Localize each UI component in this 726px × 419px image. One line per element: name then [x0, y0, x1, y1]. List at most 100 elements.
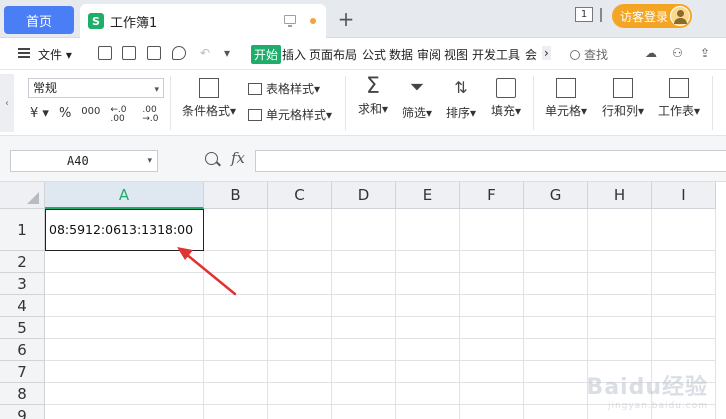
add-user-icon[interactable]: ⚇ — [672, 46, 683, 60]
row-header-7[interactable]: 7 — [0, 361, 45, 383]
cell-h5[interactable] — [588, 317, 652, 339]
row-header-5[interactable]: 5 — [0, 317, 45, 339]
cell-g4[interactable] — [524, 295, 588, 317]
decrease-decimal-button[interactable]: .00 →.0 — [142, 106, 164, 124]
monitor-icon[interactable] — [284, 15, 296, 27]
increase-decimal-button[interactable]: ←.0 .00 — [110, 106, 132, 124]
cell-d7[interactable] — [332, 361, 396, 383]
file-menu[interactable]: 文件 ▾ — [38, 46, 72, 63]
conditional-format-button[interactable]: 条件格式▾ — [178, 78, 240, 119]
cell-f8[interactable] — [460, 383, 524, 405]
cell-h3[interactable] — [588, 273, 652, 295]
row-header-9[interactable]: 9 — [0, 405, 45, 419]
number-format-select[interactable]: 常规 ▾ — [28, 78, 164, 98]
cell-a4[interactable] — [45, 295, 204, 317]
cell-g6[interactable] — [524, 339, 588, 361]
cell-g5[interactable] — [524, 317, 588, 339]
guest-login-button[interactable]: 访客登录 — [612, 4, 692, 28]
tab-insert[interactable]: 插入 — [282, 46, 306, 63]
cell-i6[interactable] — [652, 339, 716, 361]
cell-c6[interactable] — [268, 339, 332, 361]
column-header-c[interactable]: C — [268, 182, 332, 209]
undo-icon[interactable]: ↶ — [200, 46, 210, 60]
open-icon[interactable] — [98, 46, 112, 60]
cell-c8[interactable] — [268, 383, 332, 405]
cell-i2[interactable] — [652, 251, 716, 273]
tab-review[interactable]: 审阅 — [417, 46, 441, 63]
cell-f6[interactable] — [460, 339, 524, 361]
cell-e7[interactable] — [396, 361, 460, 383]
cell-a3[interactable] — [45, 273, 204, 295]
cell-f9[interactable] — [460, 405, 524, 419]
cell-e3[interactable] — [396, 273, 460, 295]
tab-page-layout[interactable]: 页面布局 — [309, 46, 357, 63]
cell-f3[interactable] — [460, 273, 524, 295]
cell-c3[interactable] — [268, 273, 332, 295]
sort-button[interactable]: ⇅ 排序▾ — [442, 78, 480, 121]
cell-b1[interactable] — [204, 209, 268, 251]
cell-c1[interactable] — [268, 209, 332, 251]
cell-c4[interactable] — [268, 295, 332, 317]
cell-c9[interactable] — [268, 405, 332, 419]
cell-e4[interactable] — [396, 295, 460, 317]
cell-d1[interactable] — [332, 209, 396, 251]
cell-f4[interactable] — [460, 295, 524, 317]
row-header-4[interactable]: 4 — [0, 295, 45, 317]
cell-a6[interactable] — [45, 339, 204, 361]
cell-b3[interactable] — [204, 273, 268, 295]
column-header-a[interactable]: A — [45, 182, 204, 209]
print-icon[interactable] — [147, 46, 161, 60]
cell-e2[interactable] — [396, 251, 460, 273]
search-box[interactable]: 查找 — [570, 46, 608, 63]
row-header-2[interactable]: 2 — [0, 251, 45, 273]
cell-d6[interactable] — [332, 339, 396, 361]
zoom-icon[interactable] — [205, 152, 218, 165]
tab-data[interactable]: 数据 — [389, 46, 413, 63]
cell-g7[interactable] — [524, 361, 588, 383]
ribbon-scroll-left-icon[interactable]: ‹ — [0, 74, 14, 132]
fill-button[interactable]: 填充▾ — [486, 78, 526, 119]
share-icon[interactable]: ⇪ — [700, 46, 710, 60]
export-icon[interactable] — [122, 46, 136, 60]
cell-a7[interactable] — [45, 361, 204, 383]
print-preview-icon[interactable] — [172, 46, 186, 60]
cell-e5[interactable] — [396, 317, 460, 339]
cell-i4[interactable] — [652, 295, 716, 317]
worksheet-button[interactable]: 工作表▾ — [653, 78, 705, 119]
cell-e8[interactable] — [396, 383, 460, 405]
workbook-tab[interactable]: S 工作簿1 — [80, 4, 326, 38]
tab-start[interactable]: 开始 — [251, 45, 282, 64]
cell-a1[interactable]: 08:5912:0613:1318:00 — [45, 209, 204, 251]
cells-button[interactable]: 单元格▾ — [540, 78, 592, 119]
cell-f7[interactable] — [460, 361, 524, 383]
cell-d9[interactable] — [332, 405, 396, 419]
thousands-button[interactable]: 000 — [81, 106, 100, 124]
cell-g1[interactable] — [524, 209, 588, 251]
cell-b8[interactable] — [204, 383, 268, 405]
column-header-h[interactable]: H — [588, 182, 652, 209]
cell-b5[interactable] — [204, 317, 268, 339]
new-tab-button[interactable]: + — [336, 6, 356, 32]
cell-d5[interactable] — [332, 317, 396, 339]
cell-b4[interactable] — [204, 295, 268, 317]
cell-d8[interactable] — [332, 383, 396, 405]
cell-h4[interactable] — [588, 295, 652, 317]
more-quick-icon[interactable]: ▾ — [224, 46, 230, 60]
cell-style-button[interactable]: 单元格样式▾ — [248, 106, 332, 123]
rows-cols-button[interactable]: 行和列▾ — [597, 78, 649, 119]
cell-a5[interactable] — [45, 317, 204, 339]
name-box[interactable]: A40 ▾ — [10, 150, 158, 172]
cell-h2[interactable] — [588, 251, 652, 273]
row-header-3[interactable]: 3 — [0, 273, 45, 295]
cell-g8[interactable] — [524, 383, 588, 405]
tab-developer[interactable]: 开发工具 — [472, 46, 520, 63]
table-style-button[interactable]: 表格样式▾ — [248, 80, 320, 97]
formula-input[interactable] — [255, 150, 726, 172]
cell-i5[interactable] — [652, 317, 716, 339]
row-header-6[interactable]: 6 — [0, 339, 45, 361]
row-header-8[interactable]: 8 — [0, 383, 45, 405]
home-tab[interactable]: 首页 — [4, 6, 74, 34]
cell-c2[interactable] — [268, 251, 332, 273]
cell-h1[interactable] — [588, 209, 652, 251]
cell-d2[interactable] — [332, 251, 396, 273]
